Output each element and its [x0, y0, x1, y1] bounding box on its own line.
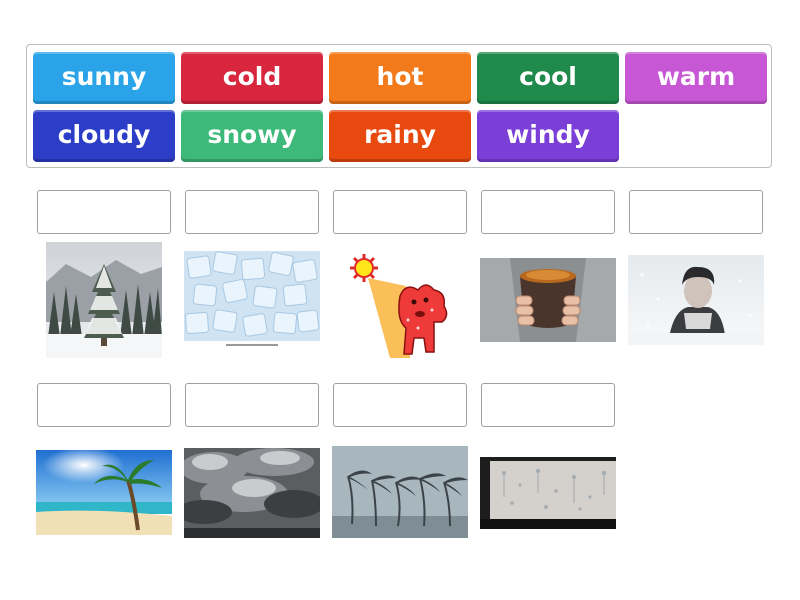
word-tile-sunny[interactable]: sunny — [33, 52, 175, 104]
drop-zone-6[interactable] — [37, 383, 171, 427]
word-tile-rainy[interactable]: rainy — [329, 110, 471, 162]
warm-tea-mug-image — [480, 258, 616, 342]
rainy-window-image — [480, 457, 616, 529]
drop-zone-4[interactable] — [481, 190, 615, 234]
word-bank: sunny cold hot cool warm cloudy snowy ra… — [26, 44, 772, 168]
ice-cubes-image — [184, 251, 320, 349]
drop-zone-3[interactable] — [333, 190, 467, 234]
snowy-pine-tree-image — [46, 242, 162, 358]
drop-zone-8[interactable] — [333, 383, 467, 427]
word-tile-warm[interactable]: warm — [625, 52, 767, 104]
freezing-man-snow-image — [628, 255, 764, 345]
word-tile-snowy[interactable]: snowy — [181, 110, 323, 162]
drop-zone-2[interactable] — [185, 190, 319, 234]
word-tile-cool[interactable]: cool — [477, 52, 619, 104]
word-tile-cold[interactable]: cold — [181, 52, 323, 104]
windy-palm-trees-image — [332, 446, 468, 538]
storm-clouds-image — [184, 448, 320, 538]
drop-zone-5[interactable] — [629, 190, 763, 234]
word-tile-cloudy[interactable]: cloudy — [33, 110, 175, 162]
word-tile-hot[interactable]: hot — [329, 52, 471, 104]
drop-zone-9[interactable] — [481, 383, 615, 427]
sunny-beach-image — [36, 450, 172, 535]
word-tile-windy[interactable]: windy — [477, 110, 619, 162]
hot-sun-cartoon-image — [348, 250, 452, 358]
drop-zone-1[interactable] — [37, 190, 171, 234]
drop-zone-7[interactable] — [185, 383, 319, 427]
